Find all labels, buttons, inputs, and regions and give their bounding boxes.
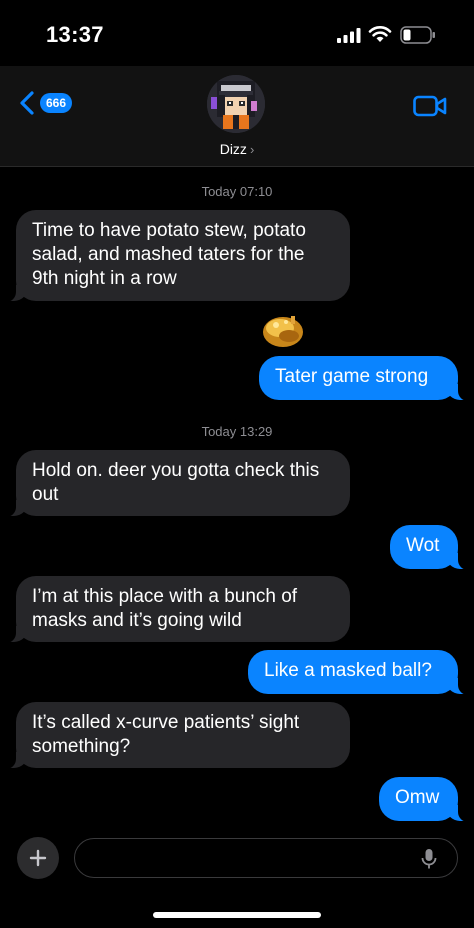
microphone-icon[interactable] <box>421 848 437 870</box>
incoming-message[interactable]: I’m at this place with a bunch of masks … <box>4 576 350 643</box>
wifi-icon <box>368 26 392 42</box>
chevron-right-icon: › <box>249 142 255 157</box>
messages-screen: 13:37 666 Dizz › Today 07:10 Today 13:29… <box>0 0 474 928</box>
cellular-signal-icon <box>337 28 361 43</box>
unread-count-badge: 666 <box>40 93 73 113</box>
contact-avatar[interactable] <box>207 75 265 133</box>
outgoing-message[interactable]: Omw <box>379 777 470 822</box>
home-indicator[interactable] <box>153 912 321 918</box>
add-attachment-button[interactable] <box>17 837 59 879</box>
message-timestamp: Today 07:10 <box>201 184 273 199</box>
back-button[interactable]: 666 <box>18 90 73 116</box>
message-input-container[interactable] <box>74 838 458 878</box>
plus-icon <box>29 849 47 867</box>
incoming-message[interactable]: Hold on. deer you gotta check this out <box>4 450 350 517</box>
conversation-header: 666 Dizz › <box>0 66 474 167</box>
status-time: 13:37 <box>46 22 104 47</box>
video-call-button[interactable] <box>413 94 447 118</box>
contact-name[interactable]: Dizz › <box>0 141 474 157</box>
message-input[interactable] <box>89 847 413 869</box>
outgoing-message[interactable]: Wot <box>390 525 470 570</box>
message-timestamp: Today 13:29 <box>201 424 273 439</box>
battery-icon <box>400 26 435 44</box>
chevron-left-icon <box>20 91 34 115</box>
incoming-message[interactable]: Time to have potato stew, potato salad, … <box>4 210 350 302</box>
outgoing-message[interactable]: Like a masked ball? <box>248 650 470 695</box>
avatar-pixel-character <box>207 75 265 133</box>
roast-potato-sticker[interactable] <box>258 308 308 352</box>
status-bar: 13:37 <box>0 0 474 66</box>
incoming-message[interactable]: It’s called x-curve patients’ sight some… <box>4 702 350 769</box>
outgoing-message[interactable]: Tater game strong <box>259 356 470 401</box>
